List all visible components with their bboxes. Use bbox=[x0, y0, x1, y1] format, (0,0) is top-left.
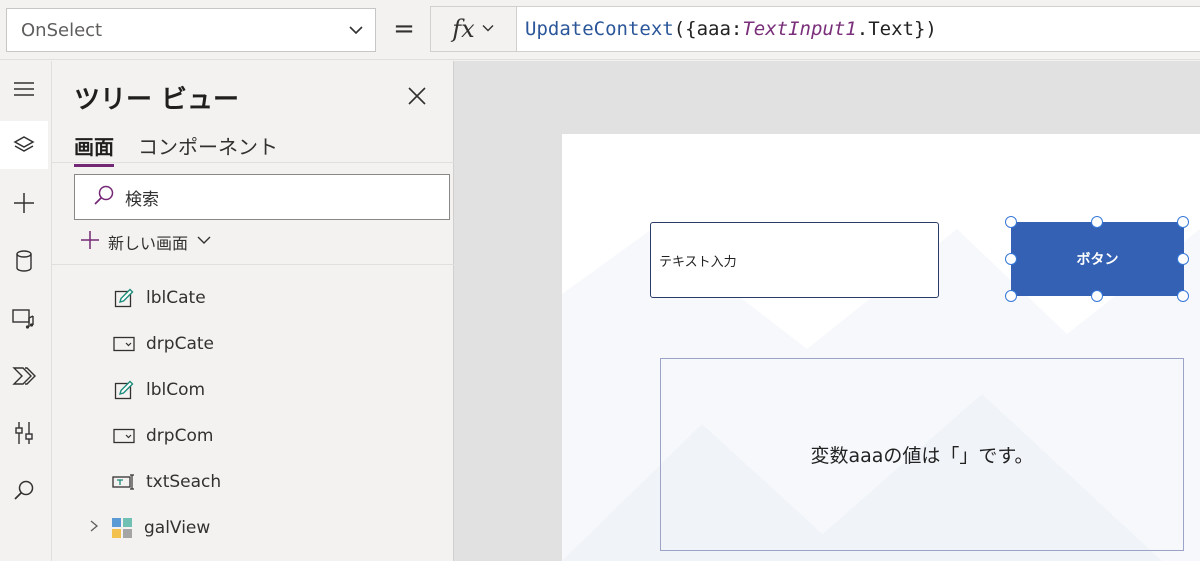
chevron-down-icon bbox=[196, 232, 212, 252]
search-placeholder: 検索 bbox=[125, 189, 159, 210]
plus-icon[interactable] bbox=[0, 179, 48, 227]
tree-item-label: drpCom bbox=[146, 426, 214, 446]
left-rail bbox=[0, 61, 52, 561]
tree-item-label: lblCate bbox=[146, 288, 206, 308]
panel-title: ツリー ビュー bbox=[74, 85, 240, 115]
fx-button[interactable]: fx bbox=[430, 6, 516, 52]
tree-item-drpcom[interactable]: drpCom bbox=[112, 421, 213, 451]
search-input[interactable]: 検索 bbox=[74, 174, 450, 220]
edit-label-icon bbox=[112, 378, 136, 402]
resize-handle-top-left[interactable] bbox=[1005, 216, 1017, 228]
chevron-down-icon bbox=[347, 21, 365, 44]
media-icon[interactable] bbox=[0, 295, 48, 343]
resize-handle-bottom[interactable] bbox=[1091, 290, 1103, 302]
resize-handle-bottom-left[interactable] bbox=[1005, 290, 1017, 302]
resize-handle-left[interactable] bbox=[1005, 253, 1017, 265]
chevron-down-icon bbox=[481, 20, 495, 39]
layers-icon[interactable] bbox=[0, 121, 48, 169]
tree-item-drpcate[interactable]: drpCate bbox=[112, 329, 214, 359]
tab-components[interactable]: コンポーネント bbox=[138, 131, 278, 164]
tree-item-galview[interactable]: galView bbox=[88, 513, 210, 543]
new-screen-label: 新しい画面 bbox=[108, 234, 189, 253]
equals-sign: = bbox=[393, 14, 415, 44]
tree-item-label: txtSeach bbox=[146, 472, 222, 492]
power-automate-icon[interactable] bbox=[0, 352, 48, 400]
formula-function: UpdateContext bbox=[525, 18, 674, 40]
formula-reference: TextInput1 bbox=[742, 18, 857, 40]
edit-label-icon bbox=[112, 286, 136, 310]
tree-view-panel: ツリー ビュー 画面 コンポーネント 検索 新しい画面 lblCate drpC… bbox=[52, 61, 454, 561]
resize-handle-top-right[interactable] bbox=[1177, 216, 1189, 228]
formula-open: ({aaa: bbox=[673, 18, 743, 40]
dropdown-icon bbox=[112, 424, 136, 448]
fx-label: fx bbox=[452, 15, 475, 43]
close-icon[interactable] bbox=[402, 81, 432, 111]
button-control[interactable]: ボタン bbox=[1011, 222, 1184, 296]
divider bbox=[52, 162, 454, 163]
new-screen-button[interactable]: 新しい画面 bbox=[80, 227, 212, 257]
text-input-value: テキスト入力 bbox=[659, 254, 737, 270]
resize-handle-bottom-right[interactable] bbox=[1177, 290, 1189, 302]
gallery-icon bbox=[110, 516, 134, 540]
search-icon bbox=[93, 184, 115, 211]
tree-item-lblcate[interactable]: lblCate bbox=[112, 283, 206, 313]
formula-input[interactable]: UpdateContext ({aaa: TextInput1 .Text}) bbox=[516, 6, 1200, 52]
label-text: 変数aaaの値は「」です。 bbox=[810, 445, 1034, 467]
property-value: OnSelect bbox=[21, 19, 103, 41]
tree-item-label: galView bbox=[144, 518, 211, 538]
resize-handle-top[interactable] bbox=[1091, 216, 1103, 228]
dropdown-icon bbox=[112, 332, 136, 356]
text-input-control[interactable]: テキスト入力 bbox=[650, 222, 939, 298]
formula-close: .Text}) bbox=[856, 18, 937, 40]
property-dropdown[interactable]: OnSelect bbox=[6, 8, 376, 52]
database-icon[interactable] bbox=[0, 237, 48, 285]
resize-handle-right[interactable] bbox=[1177, 253, 1189, 265]
tree-item-lblcom[interactable]: lblCom bbox=[112, 375, 205, 405]
label-control[interactable]: 変数aaaの値は「」です。 bbox=[660, 358, 1184, 551]
divider bbox=[52, 264, 454, 265]
plus-icon bbox=[80, 230, 100, 254]
chevron-right-icon bbox=[88, 518, 100, 538]
hamburger-menu-icon[interactable] bbox=[0, 65, 48, 113]
tree-item-label: lblCom bbox=[146, 380, 206, 400]
advanced-tools-icon[interactable] bbox=[0, 409, 48, 457]
button-label: ボタン bbox=[1076, 252, 1119, 268]
tree-item-label: drpCate bbox=[146, 334, 214, 354]
tree-item-txtseach[interactable]: txtSeach bbox=[112, 467, 221, 497]
text-input-icon bbox=[112, 470, 136, 494]
search-icon[interactable] bbox=[0, 466, 48, 514]
